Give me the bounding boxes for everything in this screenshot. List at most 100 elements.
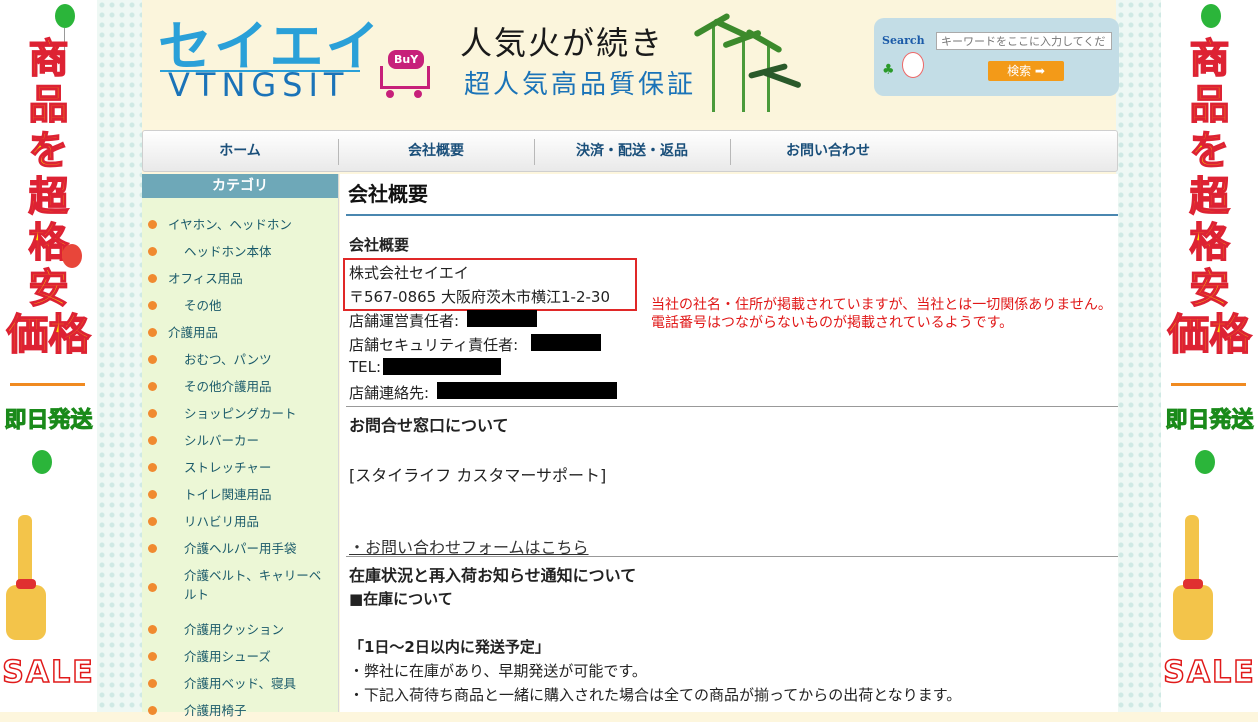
giraffe-icon (6, 515, 46, 645)
sale-text: SALE (1163, 654, 1256, 691)
bullet-icon (148, 301, 157, 310)
price-text: 価格 (6, 310, 92, 359)
bullet-icon (148, 625, 157, 634)
sidebar-category-label: ストレッチャー (184, 460, 272, 475)
promo-char: 格 (1189, 219, 1231, 267)
redaction-bar (437, 382, 617, 399)
bullet-icon (148, 355, 157, 364)
redaction-bar (531, 334, 601, 351)
stock-heading: 在庫状況と再入荷お知らせ通知について (349, 566, 637, 585)
promo-char: 安 (28, 265, 70, 313)
search-button[interactable]: 検索 ➡ (988, 61, 1064, 81)
bullet-icon (148, 436, 157, 445)
nav-company[interactable]: 会社概要 (339, 131, 533, 171)
clover-icon: ♣ (882, 62, 895, 78)
tagline-primary: 人気火が続き (460, 24, 665, 62)
bullet-icon (148, 463, 157, 472)
promo-char: を (28, 127, 70, 175)
sidebar-category-item[interactable]: その他介護用品 (142, 376, 338, 398)
section-heading: 会社概要 (349, 236, 410, 254)
ship-line-1: ・弊社に在庫があり、早期発送が可能です。 (349, 662, 647, 680)
sidebar-category-item[interactable]: 介護用品 (142, 322, 338, 344)
ship-line-2: ・下記入荷待ち商品と一緒に購入された場合は全ての商品が揃ってからの出荷となります… (349, 686, 962, 704)
contact-label: 店舗連絡先: (349, 384, 430, 402)
sidebar-category-item[interactable]: イヤホン、ヘッドホン (142, 214, 338, 236)
balloon-icon (55, 4, 75, 28)
divider (1171, 383, 1246, 386)
sidebar-category-item[interactable]: おむつ、パンツ (142, 349, 338, 371)
bullet-icon (148, 490, 157, 499)
inquiry-form-link[interactable]: ・お問い合わせフォームはこちら (349, 534, 589, 558)
security-label: 店舗セキュリティ責任者: (349, 336, 519, 354)
promo-char: 商 (1189, 35, 1231, 83)
redaction-bar (383, 358, 501, 375)
sidebar-category-item[interactable]: オフィス用品 (142, 268, 338, 290)
promo-char: 超 (28, 173, 70, 221)
sale-text: SALE (2, 654, 95, 691)
main-content: 会社概要 会社概要 株式会社セイエイ 〒567-0865 大阪府茨木市横江1-2… (340, 174, 1118, 712)
redaction-bar (467, 310, 537, 327)
left-side-banner: 商 品 を 超 格 安 価格 即日発送 SALE (0, 0, 97, 712)
sidebar-category-label: 介護ベルト、キャリーベルト (184, 568, 322, 602)
company-address: 〒567-0865 大阪府茨木市横江1-2-30 (349, 288, 610, 306)
nav-contact[interactable]: お問い合わせ (731, 131, 925, 171)
promo-char: 品 (28, 81, 70, 129)
sidebar-category-item[interactable]: リハビリ用品 (142, 511, 338, 533)
sidebar-category-item[interactable]: ストレッチャー (142, 457, 338, 479)
section-divider (346, 406, 1118, 407)
sidebar-category-label: ヘッドホン本体 (184, 244, 272, 259)
nav-home[interactable]: ホーム (143, 131, 337, 171)
search-label: Search (882, 34, 925, 47)
manager-label: 店舗運営責任者: (349, 312, 460, 330)
sidebar-category-label: イヤホン、ヘッドホン (168, 217, 292, 232)
sidebar-category-label: 介護用クッション (184, 622, 285, 637)
divider (10, 383, 85, 386)
sidebar-category-label: 介護用ベッド、寝具 (184, 676, 297, 691)
palm-tree-icon (682, 6, 802, 112)
bullet-icon (148, 679, 157, 688)
logo-english[interactable]: VTNGSIT (168, 66, 349, 104)
sidebar-category-label: その他 (184, 298, 222, 313)
promo-char: 安 (1189, 265, 1231, 313)
ship-heading: 「1日～2日以内に発送予定」 (349, 638, 550, 656)
nav-payment-shipping[interactable]: 決済・配送・返品 (535, 131, 729, 171)
bullet-icon (148, 652, 157, 661)
sidebar-category-item[interactable]: ヘッドホン本体 (142, 241, 338, 263)
sidebar-category-item[interactable]: 介護用椅子 (142, 700, 338, 722)
sidebar-category-item[interactable]: トイレ関連用品 (142, 484, 338, 506)
bullet-icon (148, 328, 157, 337)
lace-border-right (1116, 0, 1161, 712)
sidebar-category-label: シルバーカー (184, 433, 260, 448)
sidebar-category-item[interactable]: 介護ベルト、キャリーベルト (142, 565, 338, 611)
sidebar-category-item[interactable]: 介護用クッション (142, 619, 338, 641)
tel-label: TEL: (349, 358, 382, 376)
sidebar-category-item[interactable]: 介護用シューズ (142, 646, 338, 668)
search-input[interactable] (936, 32, 1112, 50)
same-day-shipping-text: 即日発送 (1165, 408, 1254, 434)
sidebar-category-label: トイレ関連用品 (184, 487, 272, 502)
tagline-secondary: 超人気高品質保証 (464, 70, 697, 100)
sidebar-category-label: その他介護用品 (184, 379, 272, 394)
sidebar-category-label: 介護ヘルパー用手袋 (184, 541, 297, 556)
sidebar-category-label: おむつ、パンツ (184, 352, 272, 367)
balloon-icon (1201, 4, 1221, 28)
sidebar-category-item[interactable]: その他 (142, 295, 338, 317)
promo-char: 品 (1189, 81, 1231, 129)
support-name: [スタイライフ カスタマーサポート] (349, 466, 607, 485)
right-side-banner: 商 品 を 超 格 安 価格 即日発送 SALE (1161, 0, 1258, 712)
buy-badge: BuY (388, 50, 425, 69)
bullet-icon (148, 706, 157, 715)
bullet-icon (148, 247, 157, 256)
sidebar-category-item[interactable]: 介護用ベッド、寝具 (142, 673, 338, 695)
bullet-icon (148, 409, 157, 418)
promo-char: を (1189, 127, 1231, 175)
category-sidebar: カテゴリ イヤホン、ヘッドホン ヘッドホン本体 オフィス用品 その他 介護用品 おむつ、パ… (142, 174, 339, 718)
sidebar-category-item[interactable]: 介護ヘルパー用手袋 (142, 538, 338, 560)
balloon-icon (62, 244, 82, 268)
balloon-icon (1195, 450, 1215, 474)
main-nav: ホーム 会社概要 決済・配送・返品 お問い合わせ (142, 130, 1118, 172)
promo-char: 格 (28, 219, 70, 267)
page-title: 会社概要 (348, 182, 428, 206)
sidebar-category-item[interactable]: シルバーカー (142, 430, 338, 452)
sidebar-category-item[interactable]: ショッピングカート (142, 403, 338, 425)
